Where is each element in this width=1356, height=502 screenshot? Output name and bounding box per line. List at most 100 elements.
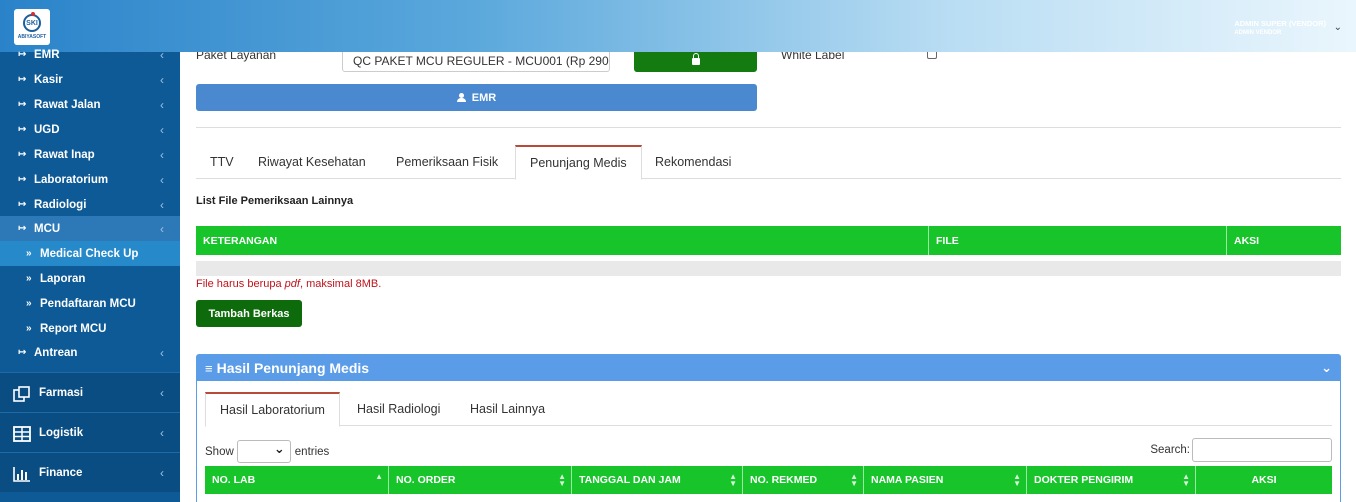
tab-pemeriksaan-fisik[interactable]: Pemeriksaan Fisik — [382, 145, 512, 179]
sidebar-group-label: Finance — [39, 466, 83, 479]
file-note: File harus berupa pdf, maksimal 8MB. — [196, 278, 381, 290]
app-logo[interactable]: SKI ABIYASOFT — [14, 9, 50, 45]
sidebar-item-label: UGD — [34, 123, 60, 136]
sidebar-item-label: Radiologi — [34, 198, 87, 211]
sidebar-subitem-label: Medical Check Up — [40, 247, 139, 260]
chevron-left-icon: ‹ — [160, 385, 164, 400]
sidebar-item-ugd[interactable]: ↦ UGD ‹ — [0, 117, 180, 142]
logo-text: ABIYASOFT — [17, 34, 47, 40]
column-label: NO. REKMED — [750, 474, 818, 486]
copy-icon — [13, 385, 31, 402]
sort-icon: ▲ ▼ — [1013, 472, 1021, 488]
chevron-left-icon: ‹ — [160, 465, 164, 480]
file-table-header: KETERANGAN FILE AKSI — [196, 226, 1341, 255]
divider — [196, 127, 1341, 128]
sign-in-icon: ↦ — [18, 124, 27, 135]
sidebar-item-emr[interactable]: ↦ EMR ‹ — [0, 42, 180, 67]
sign-in-icon: ↦ — [18, 99, 27, 110]
paket-layanan-label: Paket Layanan — [196, 52, 277, 62]
sign-in-icon: ↦ — [18, 199, 27, 210]
column-header-aksi: AKSI — [1234, 234, 1260, 247]
sidebar-group-logistik[interactable]: Logistik ‹ — [0, 412, 180, 452]
sort-icon: ▲ ▼ — [1182, 472, 1190, 488]
entries-select[interactable] — [236, 440, 291, 463]
column-header-no-rekmed[interactable]: NO. REKMED ▲ ▼ — [743, 466, 864, 494]
sidebar-item-rawat-jalan[interactable]: ↦ Rawat Jalan ‹ — [0, 92, 180, 117]
chevron-down-icon[interactable]: ⌄ — [1334, 22, 1342, 33]
user-role: ADMIN VENDOR — [1234, 30, 1282, 36]
lock-button[interactable] — [634, 52, 757, 72]
tab-rekomendasi[interactable]: Rekomendasi — [641, 145, 745, 179]
logo-mark: SKI — [23, 12, 41, 32]
show-label: Show — [205, 445, 234, 458]
search-label: Search: — [1150, 444, 1190, 456]
tab-hasil-lainnya[interactable]: Hasil Lainnya — [456, 392, 559, 426]
double-chevron-right-icon: » — [26, 273, 32, 284]
chevron-left-icon: ‹ — [160, 222, 164, 236]
tab-hasil-radiologi[interactable]: Hasil Radiologi — [343, 392, 454, 426]
sidebar-subitem-medical-check-up[interactable]: » Medical Check Up — [0, 241, 180, 266]
sidebar-subitem-label: Pendaftaran MCU — [40, 297, 136, 310]
panel-header[interactable]: ≡ Hasil Penunjang Medis ⌄ — [197, 355, 1340, 381]
column-header-no-order[interactable]: NO. ORDER ▲ ▼ — [389, 466, 572, 494]
emr-button[interactable]: EMR — [196, 84, 757, 111]
double-chevron-right-icon: » — [26, 248, 32, 259]
panel-tab-bar: Hasil Laboratorium Hasil Radiologi Hasil… — [205, 392, 1332, 427]
sidebar-group-farmasi[interactable]: Farmasi ‹ — [0, 372, 180, 412]
top-bar: SKI ABIYASOFT ADMIN SUPER (VENDOR) ADMIN… — [0, 0, 1356, 52]
column-header-tanggal[interactable]: TANGGAL DAN JAM ▲ ▼ — [572, 466, 743, 494]
column-header-aksi: AKSI — [1251, 474, 1277, 486]
sidebar-item-rawat-inap[interactable]: ↦ Rawat Inap ‹ — [0, 142, 180, 167]
search-input[interactable] — [1192, 438, 1332, 462]
emr-button-label: EMR — [471, 91, 497, 104]
section-title: List File Pemeriksaan Lainnya — [196, 195, 354, 207]
chevron-left-icon: ‹ — [160, 123, 164, 137]
entries-label: entries — [294, 445, 330, 458]
sidebar-item-kasir[interactable]: ↦ Kasir ‹ — [0, 67, 180, 92]
sign-in-icon: ↦ — [18, 347, 27, 358]
column-header-keterangan: KETERANGAN — [196, 226, 929, 255]
sign-in-icon: ↦ — [18, 74, 27, 85]
sidebar-item-laboratorium[interactable]: ↦ Laboratorium ‹ — [0, 167, 180, 192]
sidebar-subitem-laporan[interactable]: » Laporan — [0, 266, 180, 291]
column-label: NAMA PASIEN — [871, 474, 944, 486]
column-header-nama-pasien[interactable]: NAMA PASIEN ▲ ▼ — [864, 466, 1027, 494]
sidebar-item-label: Laboratorium — [34, 173, 109, 186]
user-menu[interactable]: ADMIN SUPER (VENDOR) ADMIN VENDOR — [1234, 19, 1326, 36]
note-suffix: , maksimal 8MB. — [299, 278, 382, 290]
chevron-down-icon[interactable]: ⌄ — [1321, 360, 1332, 376]
sidebar-item-label: EMR — [34, 48, 60, 61]
user-name: ADMIN SUPER (VENDOR) — [1234, 19, 1326, 28]
column-header-dokter-pengirim[interactable]: DOKTER PENGIRIM ▲ ▼ — [1027, 466, 1196, 494]
column-header-no-lab[interactable]: NO. LAB ▲ — [205, 466, 389, 494]
column-label: DOKTER PENGIRIM — [1034, 474, 1134, 486]
sidebar-item-mcu[interactable]: ↦ MCU ‹ — [0, 216, 180, 241]
white-label-checkbox[interactable] — [927, 52, 937, 59]
sidebar-group-label: Logistik — [39, 426, 84, 439]
double-chevron-right-icon: » — [26, 323, 32, 334]
sidebar-item-label: Antrean — [34, 346, 78, 359]
tab-hasil-laboratorium[interactable]: Hasil Laboratorium — [205, 392, 340, 427]
chevron-left-icon: ‹ — [160, 198, 164, 212]
chevron-left-icon: ‹ — [160, 346, 164, 360]
search-box: Search: — [1150, 438, 1332, 462]
sidebar-item-radiologi[interactable]: ↦ Radiologi ‹ — [0, 192, 180, 217]
sidebar-group-label: Farmasi — [39, 386, 84, 399]
sidebar-subitem-pendaftaran-mcu[interactable]: » Pendaftaran MCU — [0, 291, 180, 316]
column-header-file: FILE — [929, 226, 1227, 255]
lab-table-header: NO. LAB ▲ NO. ORDER ▲ ▼ TANGGAL DAN JAM ▲ ▼ N… — [205, 466, 1332, 494]
sign-in-icon: ↦ — [18, 149, 27, 160]
sidebar-group-finance[interactable]: Finance ‹ — [0, 452, 180, 492]
chevron-left-icon: ‹ — [160, 73, 164, 87]
double-chevron-right-icon: » — [26, 298, 32, 309]
chevron-left-icon: ‹ — [160, 48, 164, 62]
paket-layanan-select[interactable]: QC PAKET MCU REGULER - MCU001 (Rp 290.00… — [342, 52, 610, 72]
tab-riwayat-kesehatan[interactable]: Riwayat Kesehatan — [244, 145, 380, 179]
sidebar-item-antrean[interactable]: ↦ Antrean ‹ — [0, 340, 180, 365]
main-content: Paket Layanan QC PAKET MCU REGULER - MCU… — [180, 52, 1356, 502]
tab-penunjang-medis[interactable]: Penunjang Medis — [515, 145, 642, 180]
sidebar-subitem-report-mcu[interactable]: » Report MCU — [0, 316, 180, 341]
tab-ttv[interactable]: TTV — [196, 145, 248, 179]
chevron-left-icon: ‹ — [160, 425, 164, 440]
tambah-berkas-button[interactable]: Tambah Berkas — [196, 300, 302, 327]
